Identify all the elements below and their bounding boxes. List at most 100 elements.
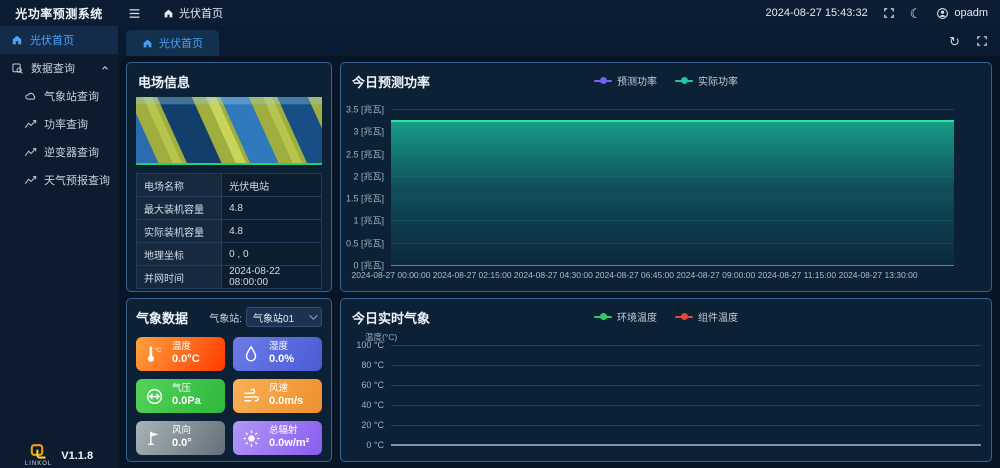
top-header: 光功率预测系统 光伏首页 2024-08-27 15:43:32 ☾ opadm xyxy=(0,0,1000,26)
legend-marker xyxy=(675,80,693,82)
card-temperature: °C 温度0.0°C xyxy=(136,337,225,371)
user-menu[interactable]: opadm xyxy=(936,7,988,20)
main-area: 光伏首页 ↻ 电场信息 xyxy=(118,26,1000,468)
legend-item-forecast[interactable]: 预测功率 xyxy=(594,73,657,88)
table-row: 并网时间2024-08-22 08:00:00 xyxy=(137,266,322,289)
legend-marker xyxy=(594,80,612,82)
x-tick: 2024-08-27 00:00:00 xyxy=(352,270,431,280)
gridline xyxy=(391,365,981,366)
legend-marker xyxy=(675,316,693,318)
power-chart-legend: 预测功率 实际功率 xyxy=(341,73,991,88)
sidebar-collapse-icon[interactable] xyxy=(128,7,141,20)
chevron-up-icon xyxy=(100,63,110,73)
solar-field-image xyxy=(136,97,322,165)
gridline xyxy=(391,345,981,346)
card-wind-direction: 风向0.0° xyxy=(136,421,225,455)
gridline xyxy=(391,385,981,386)
gridline xyxy=(391,109,954,110)
y-tick: 100 °C xyxy=(356,340,384,350)
fullscreen-content-icon[interactable] xyxy=(976,35,988,47)
x-tick: 2024-08-27 11:15:00 xyxy=(758,270,836,280)
sidebar-item-forecast-query[interactable]: 天气预报查询 xyxy=(0,166,118,194)
table-row: 最大装机容量4.8 xyxy=(137,197,322,220)
home-icon xyxy=(142,38,153,49)
svg-text:°C: °C xyxy=(155,348,162,354)
table-row: 地理坐标0 , 0 xyxy=(137,243,322,266)
power-forecast-panel: 今日预测功率 预测功率 实际功率 3.5 [兆瓦] 3 [兆瓦] 2.5 [兆瓦… xyxy=(340,62,992,292)
x-tick: 2024-08-27 09:00:00 xyxy=(676,270,755,280)
y-tick: 2.5 [兆瓦] xyxy=(346,147,384,160)
x-tick: 2024-08-27 02:15:00 xyxy=(433,270,512,280)
realtime-chart-legend: 环境温度 组件温度 xyxy=(341,309,991,324)
refresh-icon[interactable]: ↻ xyxy=(949,35,960,48)
legend-item-ambient-temp[interactable]: 环境温度 xyxy=(594,309,657,324)
station-select-label: 气象站: xyxy=(209,310,242,325)
user-avatar-icon xyxy=(936,7,949,20)
realtime-chart-plot: 100 °C 80 °C 60 °C 40 °C 20 °C 0 °C xyxy=(391,345,981,445)
wind-vane-icon xyxy=(144,429,164,447)
gauge-icon xyxy=(144,387,164,406)
dashboard-content: 电场信息 xyxy=(118,56,1000,468)
wind-icon xyxy=(241,387,261,406)
y-tick: 20 °C xyxy=(361,420,384,430)
chevron-down-icon xyxy=(309,311,317,319)
x-tick: 2024-08-27 13:30:00 xyxy=(839,270,918,280)
tab-pv-home[interactable]: 光伏首页 xyxy=(126,30,219,56)
station-info-panel: 电场信息 xyxy=(126,62,332,292)
x-tick: 2024-08-27 06:45:00 xyxy=(595,270,674,280)
weather-data-panel: 气象数据 气象站: 气象站01 °C 温度0.0°C xyxy=(126,298,332,462)
sidebar-item-weather-station-query[interactable]: 气象站查询 xyxy=(0,82,118,110)
breadcrumb-label: 光伏首页 xyxy=(179,5,223,21)
cloud-icon xyxy=(24,90,37,103)
header-datetime: 2024-08-27 15:43:32 xyxy=(766,7,868,19)
x-axis-line xyxy=(391,265,954,266)
weather-station-select[interactable]: 气象站01 xyxy=(246,307,322,327)
legend-item-module-temp[interactable]: 组件温度 xyxy=(675,309,738,324)
y-tick: 0 °C xyxy=(366,440,384,450)
fullscreen-icon[interactable] xyxy=(883,7,895,19)
card-radiation: 总辐射0.0w/m² xyxy=(233,421,322,455)
table-row: 实际装机容量4.8 xyxy=(137,220,322,243)
home-icon xyxy=(163,8,174,19)
droplet-icon xyxy=(241,345,261,363)
weather-cards: °C 温度0.0°C 湿度0.0% 气压0.0Pa xyxy=(127,331,331,461)
x-tick: 2024-08-27 04:30:00 xyxy=(514,270,593,280)
home-icon xyxy=(11,34,23,46)
sun-icon xyxy=(241,429,261,448)
chart-line-icon xyxy=(24,174,37,187)
sidebar-item-inverter-query[interactable]: 逆变器查询 xyxy=(0,138,118,166)
sidebar-item-data-query[interactable]: 数据查询 xyxy=(0,54,118,82)
username: opadm xyxy=(954,7,988,19)
breadcrumb[interactable]: 光伏首页 xyxy=(163,5,223,21)
linkol-logo: LINKOL xyxy=(25,444,52,467)
y-tick: 40 °C xyxy=(361,400,384,410)
theme-moon-icon[interactable]: ☾ xyxy=(910,7,922,20)
y-tick: 60 °C xyxy=(361,380,384,390)
card-pressure: 气压0.0Pa xyxy=(136,379,225,413)
sidebar-item-power-query[interactable]: 功率查询 xyxy=(0,110,118,138)
actual-power-area xyxy=(391,120,954,265)
chart-line-icon xyxy=(24,118,37,131)
sidebar-item-home[interactable]: 光伏首页 xyxy=(0,26,118,54)
app-title: 光功率预测系统 xyxy=(0,5,118,22)
card-humidity: 湿度0.0% xyxy=(233,337,322,371)
table-row: 电场名称光伏电站 xyxy=(137,174,322,197)
chart-line-icon xyxy=(24,146,37,159)
y-tick: 1.5 [兆瓦] xyxy=(346,192,384,205)
y-tick: 80 °C xyxy=(361,360,384,370)
x-axis-line xyxy=(391,444,981,446)
sidebar-footer: LINKOL V1.1.8 xyxy=(0,444,118,468)
realtime-weather-panel: 今日实时气象 环境温度 组件温度 温度(°C) 100 °C 80 °C 60 … xyxy=(340,298,992,462)
panel-title: 气象数据 xyxy=(136,308,188,327)
legend-item-actual[interactable]: 实际功率 xyxy=(675,73,738,88)
gridline xyxy=(391,425,981,426)
panel-title: 电场信息 xyxy=(127,63,331,97)
thermometer-icon: °C xyxy=(144,344,164,364)
y-tick: 2 [兆瓦] xyxy=(353,169,384,182)
y-tick: 0.5 [兆瓦] xyxy=(346,236,384,249)
legend-marker xyxy=(594,316,612,318)
power-chart-plot: 3.5 [兆瓦] 3 [兆瓦] 2.5 [兆瓦] 2 [兆瓦] 1.5 [兆瓦]… xyxy=(391,109,954,265)
station-info-table: 电场名称光伏电站 最大装机容量4.8 实际装机容量4.8 地理坐标0 , 0 并… xyxy=(136,173,322,289)
y-tick: 1 [兆瓦] xyxy=(353,214,384,227)
y-tick: 3 [兆瓦] xyxy=(353,125,384,138)
